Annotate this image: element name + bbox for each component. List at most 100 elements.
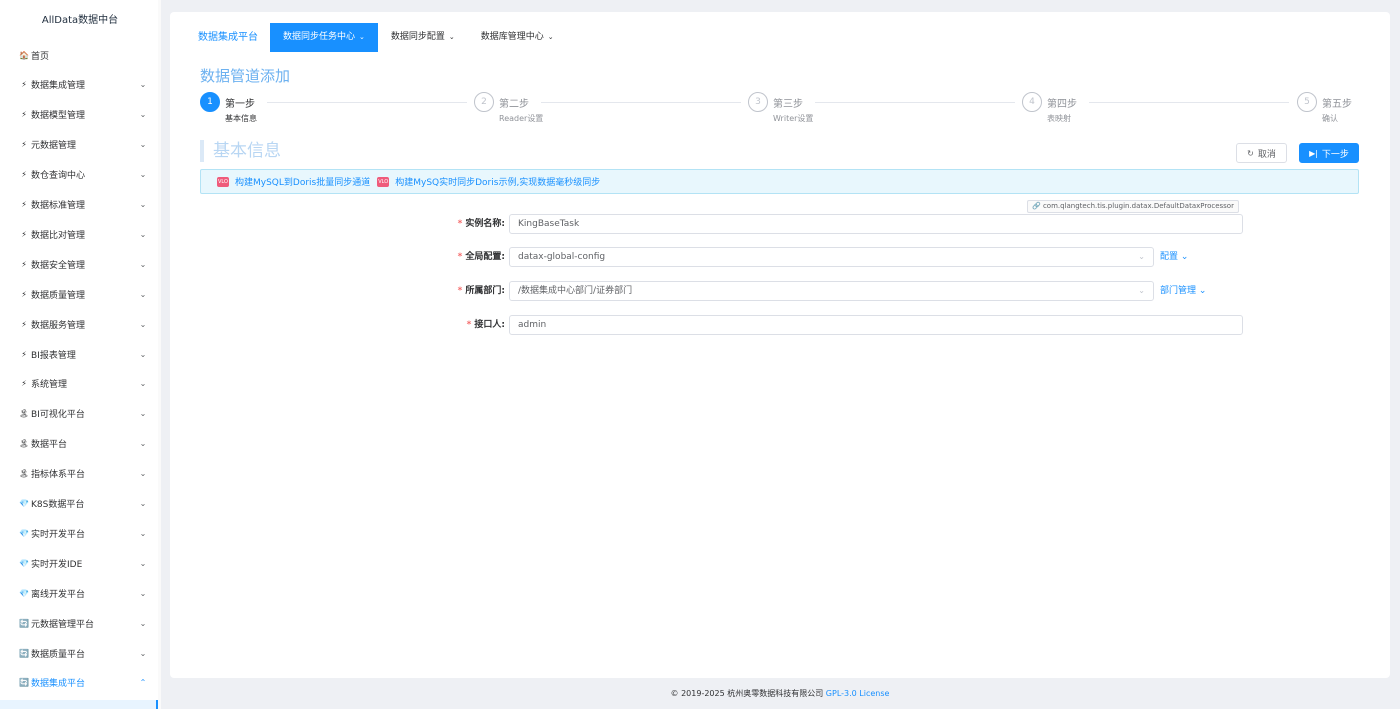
sidebar-item[interactable]: 🔄 元数据管理平台 ⌄: [0, 608, 158, 638]
menu-icon: 🔄: [19, 648, 29, 658]
active-submenu-indicator[interactable]: [0, 700, 158, 709]
department-manage-link[interactable]: 部门管理 ⌄: [1160, 281, 1206, 301]
guide-link-realtime-sync[interactable]: 构建MySQ实时同步Doris示例,实现数据毫秒级同步: [395, 175, 600, 188]
contact-input[interactable]: admin: [509, 315, 1243, 335]
chevron-icon: ⌄: [139, 200, 147, 209]
sidebar-item-label: 数据标准管理: [31, 201, 86, 211]
chevron-icon: ⌄: [139, 349, 147, 359]
config-link[interactable]: 配置 ⌄: [1160, 247, 1188, 267]
chevron-down-icon: ⌄: [448, 33, 455, 41]
step-connector: [815, 102, 1015, 103]
contact-label: * 接口人:: [466, 320, 505, 330]
sidebar-item[interactable]: ⚡ 数仓查询中心 ⌄: [0, 160, 158, 190]
sidebar-item[interactable]: ⚡ 系统管理 ⌄: [0, 369, 158, 399]
instance-name-input[interactable]: KingBaseTask: [509, 214, 1243, 234]
top-nav: 数据集成平台 数据同步任务中心 ⌄ 数据同步配置 ⌄ 数据库管理中心 ⌄: [188, 23, 567, 52]
guide-link-batch-sync[interactable]: 构建MySQL到Doris批量同步通道: [235, 175, 370, 188]
sidebar-item[interactable]: 💎 离线开发平台 ⌄: [0, 578, 158, 608]
next-icon: ▶|: [1309, 148, 1318, 158]
sidebar-item[interactable]: 💎 K8S数据平台 ⌄: [0, 489, 158, 519]
step-number: 1: [200, 92, 220, 112]
step-number: 2: [474, 92, 494, 112]
menu-icon: 🔄: [19, 678, 29, 688]
sidebar-item[interactable]: 🔄 数据质量平台 ⌄: [0, 638, 158, 668]
menu-icon: ⚡: [21, 200, 27, 209]
sidebar-item-label: 数据集成管理: [31, 81, 86, 92]
app-title: AllData数据中台: [41, 15, 119, 26]
next-step-button[interactable]: ▶| 下一步: [1299, 143, 1359, 163]
menu-icon: ⚡: [21, 229, 27, 239]
nav-database-center[interactable]: 数据库管理中心 ⌄: [468, 23, 567, 52]
sidebar-item[interactable]: ⚡ 数据集成管理 ⌄: [0, 70, 158, 100]
menu-icon: 🏠: [19, 50, 29, 60]
nav-data-integration-platform[interactable]: 数据集成平台: [188, 23, 270, 52]
form-row-contact: * 接口人: admin: [440, 315, 1260, 335]
chevron-down-icon: ⌄: [1138, 252, 1145, 261]
chevron-down-icon: ⌄: [1138, 286, 1145, 295]
sidebar-item-label: 数据安全管理: [31, 260, 86, 271]
department-label: * 所属部门:: [457, 286, 505, 296]
form-row-instance-name: * 实例名称: KingBaseTask: [440, 214, 1260, 234]
processor-tag[interactable]: 🔗 com.qlangtech.tis.plugin.datax.Default…: [1027, 200, 1239, 213]
chevron-icon: ⌄: [139, 140, 147, 150]
menu-icon: ⚡: [21, 349, 27, 359]
step-desc: 表映射: [1047, 114, 1071, 123]
form-row-department: * 所属部门: /数据集成中心部门/证券部门 ⌄ 部门管理 ⌄: [440, 281, 1260, 301]
form-row-global-config: * 全局配置: datax-global-config ⌄ 配置 ⌄: [440, 247, 1260, 267]
sidebar-item-label: 数据模型管理: [31, 111, 86, 122]
chevron-icon: ⌄: [139, 499, 147, 508]
menu-icon: ⚡: [21, 259, 27, 269]
menu-icon: 🏝: [18, 469, 30, 479]
sidebar-item-label: 数据服务管理: [31, 320, 86, 331]
chevron-down-icon: ⌄: [1178, 252, 1189, 262]
global-config-select[interactable]: datax-global-config ⌄: [509, 247, 1154, 267]
nav-sync-task-center[interactable]: 数据同步任务中心 ⌄: [270, 23, 378, 52]
step-title: 第四步: [1047, 99, 1077, 110]
sidebar-item[interactable]: ⚡ 数据比对管理 ⌄: [0, 219, 158, 249]
sidebar-item[interactable]: 💎 实时开发IDE ⌄: [0, 548, 158, 578]
sidebar-item[interactable]: ⚡ 数据标准管理 ⌄: [0, 190, 158, 220]
menu-icon: 💎: [19, 528, 29, 538]
chevron-icon: ⌄: [139, 648, 147, 658]
step-connector: [1089, 102, 1289, 103]
sidebar-item-label: 元数据管理: [31, 141, 77, 152]
sidebar-item-label: 系统管理: [31, 380, 68, 391]
sidebar-item[interactable]: 🏝 指标体系平台 ⌄: [0, 459, 158, 489]
department-select[interactable]: /数据集成中心部门/证券部门 ⌄: [509, 281, 1154, 301]
sidebar-scrollbar[interactable]: [158, 0, 161, 709]
sidebar-item[interactable]: ⚡ 数据安全管理 ⌄: [0, 249, 158, 279]
sidebar-item[interactable]: 🏠 首页: [0, 40, 158, 70]
copyright-text: © 2019-2025 杭州奥零数据科技有限公司: [670, 689, 824, 698]
step-title: 第五步: [1322, 99, 1352, 110]
sidebar-item[interactable]: 🔄 数据集成平台 ⌃: [0, 668, 158, 698]
sidebar-item[interactable]: 💎 实时开发平台 ⌄: [0, 518, 158, 548]
video-icon: VLO: [377, 176, 390, 187]
sidebar-item[interactable]: ⚡ BI报表管理 ⌄: [0, 339, 158, 369]
nav-sync-config[interactable]: 数据同步配置 ⌄: [378, 23, 468, 52]
step-title: 第三步: [773, 99, 803, 110]
sidebar-item[interactable]: ⚡ 数据服务管理 ⌄: [0, 309, 158, 339]
step-desc: Reader设置: [499, 114, 544, 123]
chevron-icon: ⌄: [139, 618, 147, 628]
chevron-icon: ⌄: [139, 259, 147, 269]
sidebar-item[interactable]: ⚡ 元数据管理 ⌄: [0, 130, 158, 160]
sidebar-item-label: 元数据管理平台: [31, 619, 95, 630]
sidebar-item-label: 数据集成平台: [31, 679, 86, 690]
sidebar-item[interactable]: 🏝 数据平台 ⌄: [0, 429, 158, 459]
chevron-icon: ⌄: [139, 379, 147, 389]
menu-icon: ⚡: [21, 110, 27, 120]
cancel-button[interactable]: ↻ 取消: [1236, 143, 1287, 163]
step-title: 第二步: [499, 99, 529, 110]
menu-icon: 🏝: [18, 409, 30, 419]
chevron-icon: ⌄: [139, 588, 147, 598]
menu-icon: 💎: [19, 588, 29, 598]
sidebar-item-label: 实时开发平台: [31, 529, 86, 540]
chevron-down-icon: ⌄: [359, 33, 365, 41]
menu-icon: ⚡: [21, 289, 27, 299]
sidebar-item[interactable]: ⚡ 数据模型管理 ⌄: [0, 100, 158, 130]
sidebar-item[interactable]: ⚡ 数据质量管理 ⌄: [0, 279, 158, 309]
sidebar-item-label: 数据质量平台: [31, 649, 86, 660]
chevron-icon: ⌄: [139, 439, 147, 449]
license-link[interactable]: GPL-3.0 License: [826, 689, 890, 698]
sidebar-item[interactable]: 🏝 BI可视化平台 ⌄: [0, 399, 158, 429]
